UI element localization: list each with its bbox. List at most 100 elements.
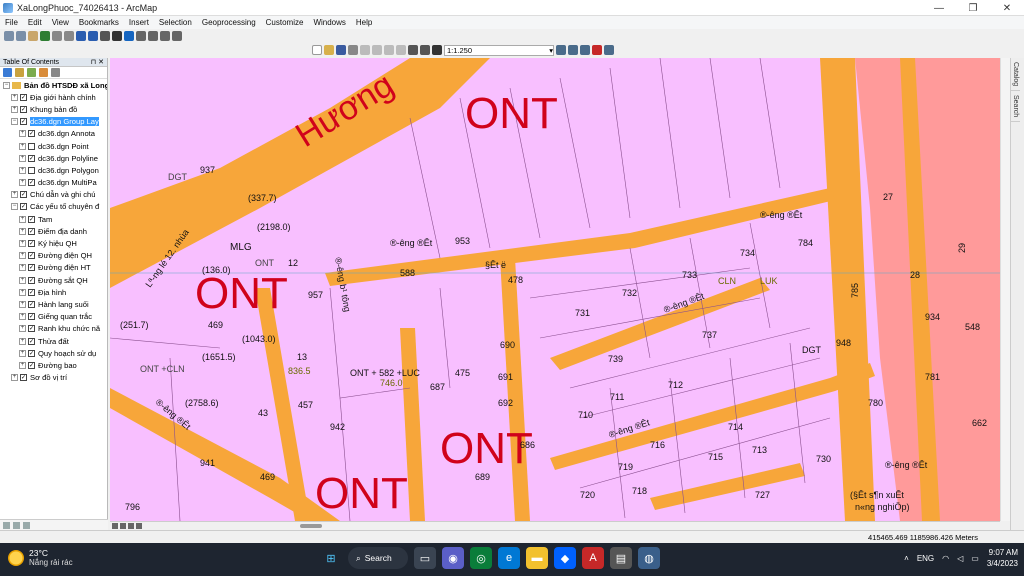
copy-icon[interactable] xyxy=(372,45,382,55)
layer-visibility-checkbox[interactable]: ✓ xyxy=(28,288,35,296)
undo-icon[interactable] xyxy=(408,45,418,55)
menu-bookmarks[interactable]: Bookmarks xyxy=(74,18,124,27)
layer-visibility-checkbox[interactable]: ✓ xyxy=(20,191,27,199)
expand-icon[interactable]: + xyxy=(19,325,26,333)
toc-layer-row[interactable]: + ✓ Hành lang suối xyxy=(0,298,107,310)
expand-icon[interactable]: + xyxy=(19,288,26,296)
layer-visibility-checkbox[interactable]: ✓ xyxy=(28,252,35,260)
layer-visibility-checkbox[interactable]: ✓ xyxy=(20,118,27,126)
select-elements-icon[interactable] xyxy=(112,31,122,41)
cut-icon[interactable] xyxy=(360,45,370,55)
list-by-visibility-icon[interactable] xyxy=(27,68,36,77)
identify-icon[interactable] xyxy=(124,31,134,41)
toc-layer-row[interactable]: − ✓ dc36.dgn Group Lay xyxy=(0,116,107,128)
pin-icon[interactable]: ⊓ ✕ xyxy=(91,58,104,66)
new-document-icon[interactable] xyxy=(312,45,322,55)
redo-icon[interactable] xyxy=(420,45,430,55)
toc-layer-row[interactable]: + dc36.dgn Polygon xyxy=(0,164,107,176)
map-display[interactable]: ONT ONT ONT ONT Hương 937 DGT (337.7) (2… xyxy=(110,58,1000,521)
menu-view[interactable]: View xyxy=(47,18,74,27)
toc-layer-row[interactable]: + ✓ Tam xyxy=(0,213,107,225)
forward-arrow-icon[interactable] xyxy=(88,31,98,41)
pause-drawing-icon[interactable] xyxy=(136,522,142,529)
toc-layer-row[interactable]: + dc36.dgn Point xyxy=(0,140,107,152)
toc-layer-row[interactable]: + ✓ Đường điện HT xyxy=(0,262,107,274)
toc-layer-row[interactable]: + ✓ Ký hiệu QH xyxy=(0,237,107,249)
menu-file[interactable]: File xyxy=(0,18,23,27)
acrobat-icon[interactable]: A xyxy=(582,547,604,569)
delete-icon[interactable] xyxy=(396,45,406,55)
zoom-in-icon[interactable] xyxy=(4,31,14,41)
wifi-icon[interactable]: ◠ xyxy=(942,554,949,563)
layer-visibility-checkbox[interactable]: ✓ xyxy=(28,154,35,162)
menu-edit[interactable]: Edit xyxy=(23,18,47,27)
toc-layer-row[interactable]: − ✓ Các yếu tố chuyên đ xyxy=(0,201,107,213)
layer-visibility-checkbox[interactable]: ✓ xyxy=(20,93,27,101)
python-window-icon[interactable] xyxy=(604,45,614,55)
list-by-drawing-order-icon[interactable] xyxy=(3,68,12,77)
teams-icon[interactable]: ◉ xyxy=(442,547,464,569)
pan-icon[interactable] xyxy=(28,31,38,41)
language-indicator[interactable]: ENG xyxy=(917,554,934,563)
expand-icon[interactable]: + xyxy=(19,130,26,138)
layer-visibility-checkbox[interactable]: ✓ xyxy=(28,264,35,272)
fixed-zoom-in-icon[interactable] xyxy=(52,31,62,41)
maximize-button[interactable]: ❐ xyxy=(956,0,990,16)
layer-visibility-checkbox[interactable]: ✓ xyxy=(28,130,35,138)
layer-visibility-checkbox[interactable]: ✓ xyxy=(28,313,35,321)
toc-window-icon[interactable] xyxy=(568,45,578,55)
toc-layer-row[interactable]: + ✓ Quy hoạch sử dụ xyxy=(0,347,107,359)
print-icon[interactable] xyxy=(348,45,358,55)
layer-visibility-checkbox[interactable]: ✓ xyxy=(28,361,35,369)
task-view-icon[interactable]: ▭ xyxy=(414,547,436,569)
editor-toolbar-icon[interactable] xyxy=(556,45,566,55)
arcmap-taskbar-icon[interactable]: ◍ xyxy=(638,547,660,569)
toc-layer-row[interactable]: + ✓ Giếng quan trắc xyxy=(0,311,107,323)
menu-selection[interactable]: Selection xyxy=(154,18,197,27)
map-horizontal-scrollbar[interactable] xyxy=(110,521,1000,530)
layer-visibility-checkbox[interactable] xyxy=(28,166,35,174)
toc-layer-row[interactable]: + ✓ dc36.dgn Polyline xyxy=(0,152,107,164)
layer-visibility-checkbox[interactable]: ✓ xyxy=(28,300,35,308)
layer-visibility-checkbox[interactable] xyxy=(28,142,35,150)
layer-visibility-checkbox[interactable]: ✓ xyxy=(28,215,35,223)
expand-icon[interactable]: + xyxy=(19,349,26,357)
data-view-icon[interactable] xyxy=(112,522,118,529)
zoom-out-icon[interactable] xyxy=(16,31,26,41)
expand-icon[interactable]: + xyxy=(19,142,26,150)
layer-visibility-checkbox[interactable]: ✓ xyxy=(28,276,35,284)
fixed-zoom-out-icon[interactable] xyxy=(64,31,74,41)
minimize-button[interactable]: — xyxy=(922,0,956,16)
expand-icon[interactable]: + xyxy=(19,252,26,260)
close-button[interactable]: ✕ xyxy=(990,0,1024,16)
toc-layer-row[interactable]: + ✓ Địa hình xyxy=(0,286,107,298)
scroll-thumb[interactable] xyxy=(300,524,322,528)
display-tab-icon[interactable] xyxy=(3,521,10,529)
layer-visibility-checkbox[interactable]: ✓ xyxy=(28,227,35,235)
toc-layer-row[interactable]: + ✓ Khung bản đồ xyxy=(0,103,107,115)
menu-insert[interactable]: Insert xyxy=(124,18,154,27)
expand-icon[interactable]: + xyxy=(19,264,26,272)
battery-icon[interactable]: ▭ xyxy=(971,554,979,563)
measure-icon[interactable] xyxy=(148,31,158,41)
save-icon[interactable] xyxy=(336,45,346,55)
menu-customize[interactable]: Customize xyxy=(261,18,309,27)
layer-visibility-checkbox[interactable]: ✓ xyxy=(20,374,27,382)
menu-help[interactable]: Help xyxy=(351,18,377,27)
collapse-icon[interactable]: − xyxy=(3,81,10,89)
menu-windows[interactable]: Windows xyxy=(308,18,350,27)
layer-visibility-checkbox[interactable]: ✓ xyxy=(28,325,35,333)
map-vertical-scrollbar[interactable] xyxy=(1000,58,1010,521)
map-scale-select[interactable]: 1:1.250 ▾ xyxy=(444,44,554,56)
toc-layer-row[interactable]: − Bản đồ HTSDĐ xã Long xyxy=(0,79,107,91)
full-extent-icon[interactable] xyxy=(40,31,50,41)
expand-icon[interactable]: + xyxy=(19,276,26,284)
file-explorer-icon[interactable]: ▬ xyxy=(526,547,548,569)
expand-icon[interactable]: + xyxy=(11,374,18,382)
select-features-icon[interactable] xyxy=(100,31,110,41)
expand-icon[interactable]: + xyxy=(19,240,26,248)
expand-icon[interactable]: + xyxy=(11,105,18,113)
back-arrow-icon[interactable] xyxy=(76,31,86,41)
find-icon[interactable] xyxy=(136,31,146,41)
layer-visibility-checkbox[interactable]: ✓ xyxy=(20,105,27,113)
